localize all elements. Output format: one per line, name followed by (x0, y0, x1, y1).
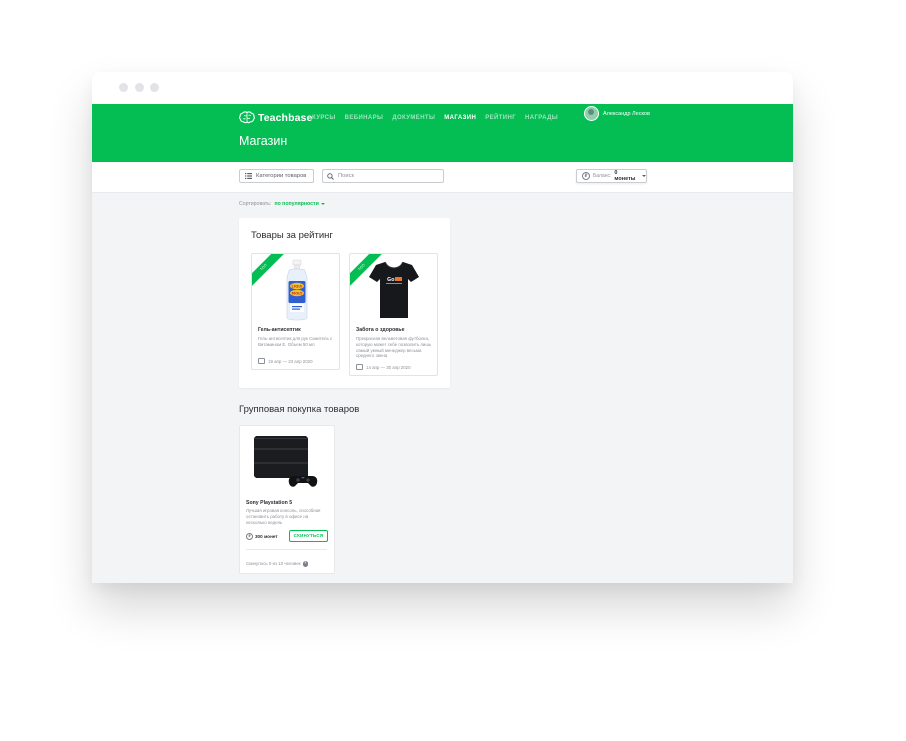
categories-button[interactable]: Категории товаров (239, 169, 314, 183)
logo[interactable]: Teachbase (239, 111, 312, 124)
categories-label: Категории товаров (256, 173, 307, 179)
product-name: Гель-антисептик (258, 327, 301, 333)
nav-item-rating[interactable]: РЕЙТИНГ (485, 115, 516, 121)
product-description: Гель-антисептик для рук Санитель с Витам… (258, 336, 333, 347)
app-header: Teachbase КУРСЫ ВЕБИНАРЫ ДОКУМЕНТЫ МАГАЗ… (92, 104, 793, 162)
group-product-card[interactable]: Sony Playstation 5 Лучшая игровая консол… (239, 425, 335, 574)
sort-control: Сортировать: по популярности (239, 201, 325, 207)
page-title: Магазин (239, 134, 288, 148)
card-divider (246, 549, 327, 550)
nav-item-awards[interactable]: НАГРАДЫ (525, 115, 558, 121)
logo-text: Teachbase (258, 111, 313, 124)
product-price-text: 300 монет (255, 534, 278, 539)
black-tshirt-image: Go (369, 261, 419, 318)
balance-value: 0 монеты (614, 170, 636, 182)
window-close-dot[interactable] (119, 83, 128, 92)
sanitizer-bottle-image: LIQUI MOLY (286, 259, 308, 321)
svg-text:LIQUI: LIQUI (292, 284, 303, 288)
join-count: Скинулось 0 из 10 человек ? (246, 561, 309, 567)
product-description: Лучшая игровая консоль, способная остано… (246, 508, 321, 525)
group-purchase-section-title: Групповая покупка товаров (239, 404, 360, 415)
product-dates-text: 19 апр — 23 апр 2020 (268, 358, 313, 364)
window-minimize-dot[interactable] (135, 83, 144, 92)
balance-dropdown[interactable]: ₽ Баланс: 0 монеты (576, 169, 647, 183)
svg-text:Go: Go (387, 277, 395, 283)
chevron-down-icon (320, 203, 325, 205)
user-menu[interactable]: Александр Лесков (584, 106, 650, 121)
help-icon[interactable]: ? (302, 561, 309, 567)
sort-label: Сортировать: (239, 201, 272, 207)
coin-icon: ₽ (582, 172, 590, 180)
product-name: Sony Playstation 5 (246, 500, 293, 506)
window-maximize-dot[interactable] (150, 83, 159, 92)
balance-label: Баланс: (593, 173, 612, 179)
main-nav: КУРСЫ ВЕБИНАРЫ ДОКУМЕНТЫ МАГАЗИН РЕЙТИНГ… (312, 111, 558, 125)
user-name: Александр Лесков (603, 110, 650, 117)
nav-item-webinars[interactable]: ВЕБИНАРЫ (345, 115, 384, 121)
product-description: Прекрасная вельветовая футболка, которую… (356, 336, 432, 359)
rating-products-panel: Товары за рейтинг ТОП LIQUI MOLY Гель-ан… (239, 218, 450, 388)
rating-section-title: Товары за рейтинг (251, 230, 333, 241)
nav-item-shop[interactable]: МАГАЗИН (444, 115, 476, 121)
brain-logo-icon (239, 111, 255, 124)
avatar (584, 106, 599, 121)
join-count-text: Скинулось 0 из 10 человек (246, 561, 301, 567)
list-icon (245, 173, 252, 179)
shop-toolbar: Категории товаров ₽ Баланс: 0 монеты (92, 162, 793, 193)
chip-in-button[interactable]: СКИНУТЬСЯ (289, 530, 328, 542)
search-box[interactable] (322, 169, 444, 183)
product-name: Забота о здоровье (356, 327, 405, 333)
search-icon (327, 172, 334, 180)
window-titlebar (92, 72, 793, 104)
product-dates: 19 апр — 23 апр 2020 (258, 358, 313, 364)
product-card[interactable]: ТОП Go Забота о здоровье Прекрасная вель… (349, 253, 438, 376)
game-console-image (254, 436, 318, 487)
search-input[interactable] (338, 173, 438, 179)
product-dates-text: 14 апр — 30 апр 2020 (366, 364, 411, 370)
calendar-icon (258, 358, 265, 364)
calendar-icon (356, 364, 363, 370)
nav-item-courses[interactable]: КУРСЫ (312, 115, 336, 121)
sort-value: по популярности (274, 201, 319, 207)
product-card[interactable]: ТОП LIQUI MOLY Гель-антисептик Гель-анти… (251, 253, 340, 370)
svg-text:MOLY: MOLY (292, 291, 303, 295)
product-dates: 14 апр — 30 апр 2020 (356, 364, 411, 370)
nav-item-documents[interactable]: ДОКУМЕНТЫ (392, 115, 435, 121)
browser-window: Teachbase КУРСЫ ВЕБИНАРЫ ДОКУМЕНТЫ МАГАЗ… (92, 72, 793, 583)
coin-icon: ₽ (246, 533, 253, 540)
chevron-down-icon (642, 175, 646, 177)
sort-dropdown[interactable]: по популярности (274, 201, 325, 207)
product-price: ₽ 300 монет (246, 533, 278, 540)
